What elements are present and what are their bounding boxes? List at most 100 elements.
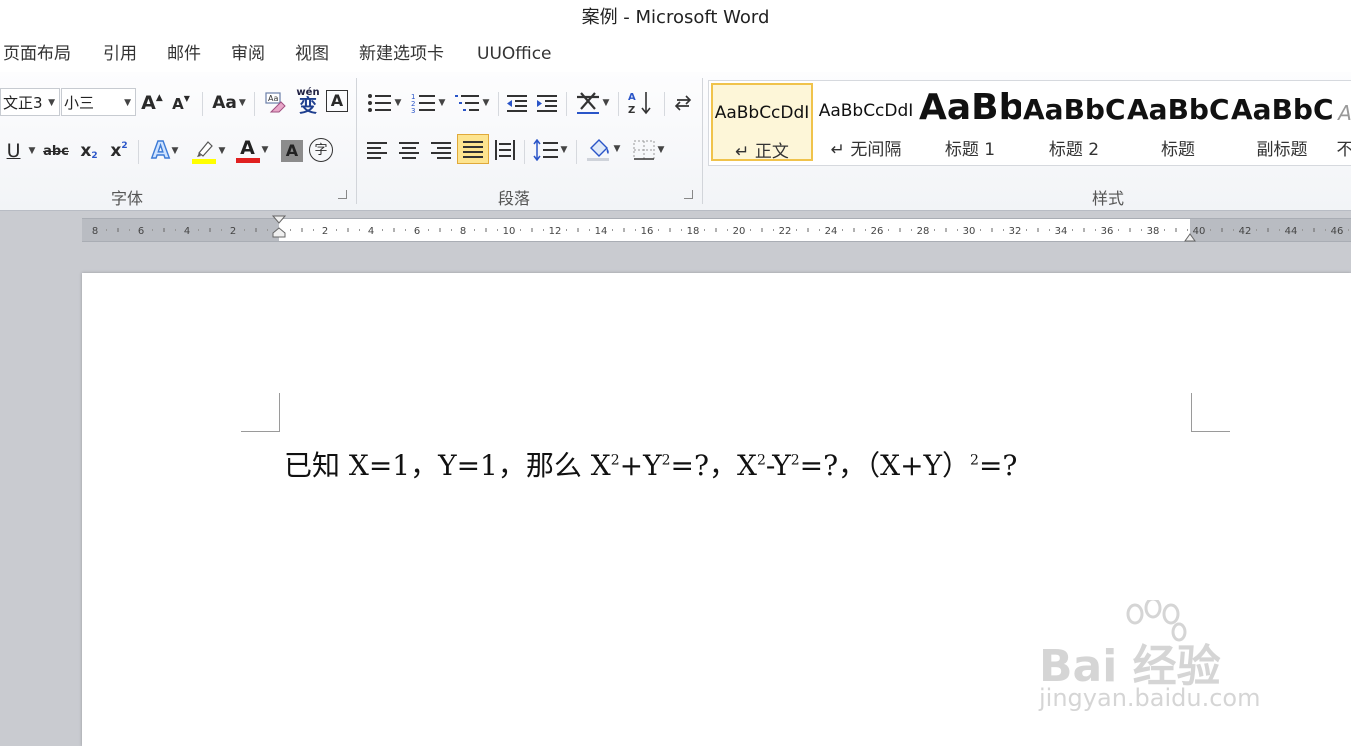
clear-format-icon: Aa <box>265 92 286 113</box>
ruler-label: 20 <box>733 226 746 237</box>
ribbon-tabs: 页面布局 引用 邮件 审阅 视图 新建选项卡 UUOffice <box>0 38 1351 73</box>
font-size-combo[interactable]: 小三 ▼ <box>61 88 136 116</box>
style-name: ↵ 正文 <box>735 142 789 161</box>
tab-new-tab[interactable]: 新建选项卡 <box>359 42 444 66</box>
svg-text:A: A <box>628 92 636 103</box>
chevron-down-icon: ▼ <box>218 145 226 156</box>
strikethrough-button[interactable]: abc <box>42 138 70 164</box>
grow-font-button[interactable]: A ▲ <box>140 90 164 116</box>
right-indent-marker-icon[interactable] <box>1184 232 1196 242</box>
underline-button[interactable]: U ▼ <box>2 138 40 164</box>
chevron-down-icon: ▼ <box>394 97 402 108</box>
svg-text:Z: Z <box>628 105 635 116</box>
window-title: 案例 - Microsoft Word <box>581 7 770 28</box>
divider <box>498 92 499 116</box>
distributed-icon <box>495 140 515 160</box>
style-name: 标题 1 <box>944 140 996 160</box>
style-normal[interactable]: AaBbCcDdI ↵ 正文 <box>711 83 813 161</box>
ruler-label: 26 <box>871 226 884 237</box>
text-effects-icon: A <box>151 137 170 164</box>
superscript-button[interactable]: x2 <box>106 138 132 164</box>
align-left-button[interactable] <box>364 136 390 164</box>
tab-references[interactable]: 引用 <box>103 42 137 66</box>
borders-icon <box>633 140 655 160</box>
font-name-value: 文正3 <box>3 94 43 112</box>
clear-format-button[interactable]: Aa <box>262 88 290 118</box>
enclose-char-icon: 字 <box>314 142 328 158</box>
line-spacing-button[interactable]: ▼ <box>530 136 570 164</box>
document-text-line[interactable]: 已知 X=1，Y=1，那么 X2+Y2=?，X2-Y2=?，（X+Y）2=? <box>284 449 1017 483</box>
style-heading-2[interactable]: AaBbC 标题 2 <box>1023 83 1125 161</box>
borders-button[interactable]: ▼ <box>628 136 668 164</box>
decrease-indent-button[interactable] <box>504 90 530 116</box>
text-effects-button[interactable]: A ▼ <box>146 136 184 166</box>
style-subtitle[interactable]: AaBbC 副标题 <box>1231 83 1333 161</box>
ruler-label: 22 <box>779 226 792 237</box>
ruler-label: 32 <box>1009 226 1022 237</box>
shrink-font-button[interactable]: A ▼ <box>170 92 192 116</box>
up-arrow-icon: ▲ <box>155 92 163 103</box>
horizontal-ruler[interactable]: 8 6 4 2 2 4 6 8 10 12 14 16 18 20 22 24 26 28 30 32 34 36 38 40… <box>82 215 1351 242</box>
superscript-mark: 2 <box>121 140 128 151</box>
sort-button[interactable]: A Z <box>626 88 654 118</box>
bullets-button[interactable]: ▼ <box>364 88 404 118</box>
tab-page-layout[interactable]: 页面布局 <box>3 42 71 66</box>
increase-indent-button[interactable] <box>534 90 560 116</box>
align-center-button[interactable] <box>396 136 422 164</box>
tab-mailings[interactable]: 邮件 <box>167 42 201 66</box>
subscript-button[interactable]: x2 <box>76 138 102 164</box>
ruler-label: 16 <box>641 226 654 237</box>
char-border-button[interactable]: A <box>326 90 348 112</box>
font-dialog-launcher[interactable] <box>338 190 347 199</box>
superscript: 2 <box>610 452 620 469</box>
superscript: 2 <box>661 452 671 469</box>
shading-button[interactable]: ▼ <box>582 134 624 164</box>
chevron-down-icon: ▼ <box>560 144 568 155</box>
chinese-layout-icon <box>576 92 599 114</box>
ribbon: 文正3 ▼ 小三 ▼ A ▲ A ▼ Aa ▼ Aa wén 变 A U ▼ abc x… <box>0 72 1351 211</box>
superscript: 2 <box>790 452 800 469</box>
ruler-label: 38 <box>1147 226 1160 237</box>
style-name: 标题 2 <box>1048 140 1100 160</box>
style-title[interactable]: AaBbC 标题 <box>1127 83 1229 161</box>
ruler-area: 8 6 4 2 2 4 6 8 10 12 14 16 18 20 22 24 26 28 30 32 34 36 38 40… <box>0 211 1351 263</box>
chinese-layout-button[interactable]: ▼ <box>572 88 612 118</box>
ruler-label: 34 <box>1055 226 1068 237</box>
ruler-label: 30 <box>963 226 976 237</box>
enclose-char-button[interactable]: 字 <box>309 138 333 162</box>
show-marks-button[interactable] <box>670 90 694 116</box>
divider <box>566 92 567 116</box>
paragraph-dialog-launcher[interactable] <box>684 190 693 199</box>
watermark-sub: jingyan.baidu.com <box>1039 684 1261 712</box>
style-heading-1[interactable]: AaBb 标题 1 <box>919 83 1021 161</box>
font-color-icon: A <box>240 136 255 159</box>
tab-review[interactable]: 审阅 <box>231 42 265 66</box>
highlight-button[interactable]: ▼ <box>188 136 228 166</box>
justify-button[interactable] <box>457 134 489 164</box>
char-shading-button[interactable]: A <box>281 140 303 162</box>
distributed-button[interactable] <box>492 136 518 164</box>
style-name: 副标题 <box>1256 140 1308 160</box>
indent-marker-icon[interactable] <box>272 215 286 239</box>
align-right-button[interactable] <box>428 136 454 164</box>
tab-view[interactable]: 视图 <box>295 42 329 66</box>
strikethrough-icon: abc <box>43 143 69 159</box>
text-run: +Y <box>619 449 662 482</box>
multilevel-list-button[interactable]: ▼ <box>452 88 492 118</box>
chevron-down-icon: ▼ <box>28 145 36 156</box>
chevron-down-icon: ▼ <box>124 98 131 108</box>
margin-corner-left <box>241 393 280 432</box>
style-no-spacing[interactable]: AaBbCcDdI ↵ 无间隔 <box>815 83 917 161</box>
chevron-down-icon: ▼ <box>657 144 665 155</box>
down-arrow-icon: ▼ <box>183 94 190 103</box>
chevron-down-icon: ▼ <box>238 97 246 108</box>
font-color-button[interactable]: A ▼ <box>232 134 272 166</box>
font-name-combo[interactable]: 文正3 ▼ <box>0 88 60 116</box>
style-more[interactable]: A 不 <box>1335 83 1351 161</box>
change-case-button[interactable]: Aa ▼ <box>210 90 248 116</box>
line-spacing-icon <box>532 139 558 161</box>
numbering-button[interactable]: 1 2 3 ▼ <box>408 88 448 118</box>
divider <box>138 140 139 164</box>
phonetic-guide-button[interactable]: wén 变 <box>293 86 323 118</box>
tab-uuoffice[interactable]: UUOffice <box>477 42 552 66</box>
